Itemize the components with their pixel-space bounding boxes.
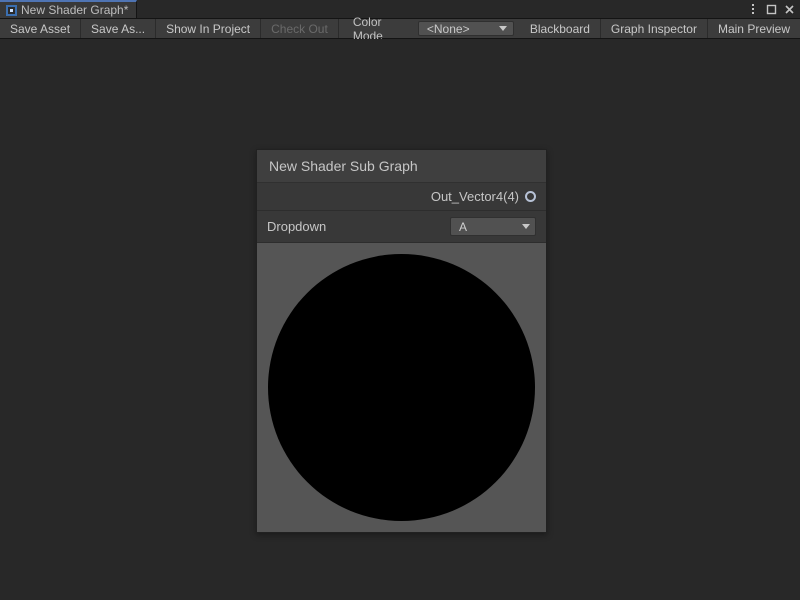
- toolbar: Save Asset Save As... Show In Project Ch…: [0, 19, 800, 39]
- blackboard-toggle[interactable]: Blackboard: [520, 19, 601, 38]
- main-preview-toggle[interactable]: Main Preview: [708, 19, 800, 38]
- save-asset-button[interactable]: Save Asset: [0, 19, 81, 38]
- window-menu-icon[interactable]: [746, 2, 760, 16]
- graph-canvas[interactable]: New Shader Sub Graph Out_Vector4(4) Drop…: [0, 39, 800, 600]
- preview-sphere: [268, 254, 536, 522]
- node-dropdown-row: Dropdown A: [257, 211, 546, 243]
- window-controls: [746, 0, 800, 18]
- color-mode-label: Color Mode: [339, 19, 418, 38]
- show-in-project-button[interactable]: Show In Project: [156, 19, 261, 38]
- output-port-label: Out_Vector4(4): [267, 189, 525, 204]
- maximize-icon[interactable]: [764, 2, 778, 16]
- color-mode-value: <None>: [427, 22, 470, 36]
- dropdown-value: A: [459, 220, 467, 234]
- shader-graph-icon: [6, 5, 17, 16]
- chevron-down-icon: [499, 26, 507, 31]
- chevron-down-icon: [522, 224, 530, 229]
- tab-shader-graph[interactable]: New Shader Graph*: [0, 0, 137, 18]
- color-mode-dropdown[interactable]: <None>: [418, 21, 514, 36]
- output-port[interactable]: [525, 191, 536, 202]
- close-icon[interactable]: [782, 2, 796, 16]
- graph-inspector-toggle[interactable]: Graph Inspector: [601, 19, 708, 38]
- tab-title: New Shader Graph*: [21, 3, 128, 17]
- node-output-row: Out_Vector4(4): [257, 183, 546, 211]
- node-preview: [257, 243, 546, 532]
- dropdown-select[interactable]: A: [450, 217, 536, 236]
- save-as-button[interactable]: Save As...: [81, 19, 156, 38]
- subgraph-node[interactable]: New Shader Sub Graph Out_Vector4(4) Drop…: [256, 149, 547, 533]
- node-title: New Shader Sub Graph: [257, 150, 546, 183]
- check-out-button: Check Out: [261, 19, 339, 38]
- preview-viewport[interactable]: [265, 251, 538, 524]
- dropdown-label: Dropdown: [267, 219, 450, 234]
